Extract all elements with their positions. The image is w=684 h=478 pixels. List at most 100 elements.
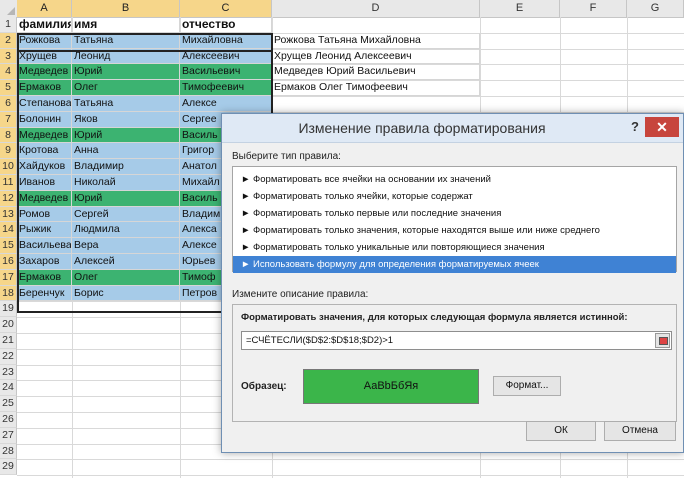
row-header[interactable]: 18 — [0, 285, 17, 302]
data-cell-c[interactable]: Алексеевич — [180, 48, 272, 65]
data-cell-c[interactable]: Алексе — [180, 96, 272, 112]
data-cell-b[interactable]: Анна — [72, 143, 180, 160]
row-header[interactable]: 17 — [0, 269, 17, 286]
data-cell-a[interactable]: Медведев — [17, 64, 72, 81]
dialog-titlebar[interactable]: Изменение правила форматирования ? ✕ — [222, 114, 683, 143]
full-name-cell[interactable]: Рожкова Татьяна Михайловна — [272, 32, 480, 49]
row-header[interactable]: 3 — [0, 48, 17, 65]
row-header[interactable]: 19 — [0, 301, 17, 318]
header-cell-b[interactable]: имя — [72, 17, 180, 33]
data-cell-a[interactable]: Иванов — [17, 175, 72, 191]
column-header-g[interactable]: G — [627, 0, 684, 17]
rule-type-item[interactable]: ► Использовать формулу для определения ф… — [233, 256, 676, 273]
data-cell-a[interactable]: Медведев — [17, 127, 72, 144]
data-cell-a[interactable]: Ермаков — [17, 80, 72, 96]
edit-formatting-rule-dialog: Изменение правила форматирования ? ✕ Выб… — [221, 113, 684, 453]
row-header[interactable]: 2 — [0, 32, 17, 49]
data-cell-a[interactable]: Хрущев — [17, 48, 72, 65]
data-cell-a[interactable]: Захаров — [17, 254, 72, 270]
row-header[interactable]: 21 — [0, 333, 17, 349]
row-header[interactable]: 12 — [0, 190, 17, 207]
row-header[interactable]: 23 — [0, 364, 17, 381]
cancel-button[interactable]: Отмена — [604, 421, 676, 441]
range-select-icon[interactable] — [655, 333, 670, 348]
rule-type-item[interactable]: ► Форматировать только значения, которые… — [233, 222, 676, 239]
data-cell-b[interactable]: Леонид — [72, 48, 180, 65]
data-cell-a[interactable]: Рожкова — [17, 32, 72, 49]
row-header[interactable]: 10 — [0, 159, 17, 175]
column-header-d[interactable]: D — [272, 0, 480, 17]
data-cell-a[interactable]: Васильева — [17, 238, 72, 254]
data-cell-a[interactable]: Ромов — [17, 206, 72, 223]
data-cell-a[interactable]: Медведев — [17, 190, 72, 207]
row-header[interactable]: 24 — [0, 380, 17, 397]
data-cell-a[interactable]: Болонин — [17, 111, 72, 128]
data-cell-b[interactable]: Татьяна — [72, 32, 180, 49]
data-cell-b[interactable]: Борис — [72, 285, 180, 302]
row-header[interactable]: 20 — [0, 317, 17, 333]
data-cell-c[interactable]: Тимофеевич — [180, 80, 272, 96]
data-cell-c[interactable]: Михайловна — [180, 32, 272, 49]
column-header-a[interactable]: A — [17, 0, 72, 17]
data-cell-b[interactable]: Юрий — [72, 64, 180, 81]
data-cell-b[interactable]: Вера — [72, 238, 180, 254]
formula-input[interactable]: =СЧЁТЕСЛИ($D$2:$D$18;$D2)>1 — [241, 331, 672, 350]
row-header[interactable]: 5 — [0, 80, 17, 96]
row-header[interactable]: 27 — [0, 427, 17, 444]
data-cell-b[interactable]: Юрий — [72, 127, 180, 144]
rule-type-item[interactable]: ► Форматировать только первые или послед… — [233, 205, 676, 222]
column-header-c[interactable]: C — [180, 0, 272, 17]
row-header[interactable]: 7 — [0, 111, 17, 128]
data-cell-b[interactable]: Владимир — [72, 159, 180, 175]
row-header[interactable]: 28 — [0, 443, 17, 460]
data-cell-a[interactable]: Беренчук — [17, 285, 72, 302]
row-header[interactable]: 22 — [0, 348, 17, 365]
row-header[interactable]: 25 — [0, 396, 17, 412]
formula-text: =СЧЁТЕСЛИ($D$2:$D$18;$D2)>1 — [246, 335, 394, 346]
rule-type-item[interactable]: ► Форматировать только ячейки, которые с… — [233, 188, 676, 205]
data-cell-a[interactable]: Рыжик — [17, 222, 72, 239]
row-header[interactable]: 15 — [0, 238, 17, 254]
data-cell-b[interactable]: Татьяна — [72, 96, 180, 112]
select-all-corner[interactable] — [0, 0, 18, 17]
row-header[interactable]: 8 — [0, 127, 17, 144]
column-header-f[interactable]: F — [560, 0, 627, 17]
row-header[interactable]: 11 — [0, 175, 17, 191]
data-cell-b[interactable]: Олег — [72, 80, 180, 96]
row-header[interactable]: 29 — [0, 459, 17, 476]
full-name-cell[interactable]: Медведев Юрий Васильевич — [272, 64, 480, 81]
row-header[interactable]: 14 — [0, 222, 17, 239]
data-cell-a[interactable]: Хайдуков — [17, 159, 72, 175]
header-cell-a[interactable]: фамилия — [17, 17, 72, 33]
full-name-cell[interactable]: Хрущев Леонид Алексеевич — [272, 48, 480, 65]
data-cell-c[interactable]: Васильевич — [180, 64, 272, 81]
ok-button[interactable]: ОК — [526, 421, 596, 441]
data-cell-a[interactable]: Кротова — [17, 143, 72, 160]
data-cell-a[interactable]: Степанова — [17, 96, 72, 112]
format-button[interactable]: Формат... — [493, 376, 561, 396]
close-button[interactable]: ✕ — [645, 117, 679, 137]
header-cell-c[interactable]: отчество — [180, 17, 272, 33]
data-cell-b[interactable]: Сергей — [72, 206, 180, 223]
row-header[interactable]: 6 — [0, 96, 17, 112]
data-cell-a[interactable]: Ермаков — [17, 269, 72, 286]
row-header[interactable]: 16 — [0, 254, 17, 270]
help-icon[interactable]: ? — [631, 119, 639, 134]
data-cell-b[interactable]: Олег — [72, 269, 180, 286]
data-cell-b[interactable]: Николай — [72, 175, 180, 191]
row-header[interactable]: 9 — [0, 143, 17, 160]
data-cell-b[interactable]: Яков — [72, 111, 180, 128]
rule-type-item[interactable]: ► Форматировать все ячейки на основании … — [233, 171, 676, 188]
data-cell-b[interactable]: Людмила — [72, 222, 180, 239]
row-header[interactable]: 4 — [0, 64, 17, 81]
row-header[interactable]: 26 — [0, 412, 17, 428]
row-header[interactable]: 1 — [0, 17, 17, 33]
row-header[interactable]: 13 — [0, 206, 17, 223]
data-cell-b[interactable]: Юрий — [72, 190, 180, 207]
column-header-e[interactable]: E — [480, 0, 560, 17]
full-name-cell[interactable]: Ермаков Олег Тимофеевич — [272, 80, 480, 96]
rule-type-item[interactable]: ► Форматировать только уникальные или по… — [233, 239, 676, 256]
rule-type-list[interactable]: ► Форматировать все ячейки на основании … — [232, 166, 677, 273]
column-header-b[interactable]: B — [72, 0, 180, 17]
data-cell-b[interactable]: Алексей — [72, 254, 180, 270]
